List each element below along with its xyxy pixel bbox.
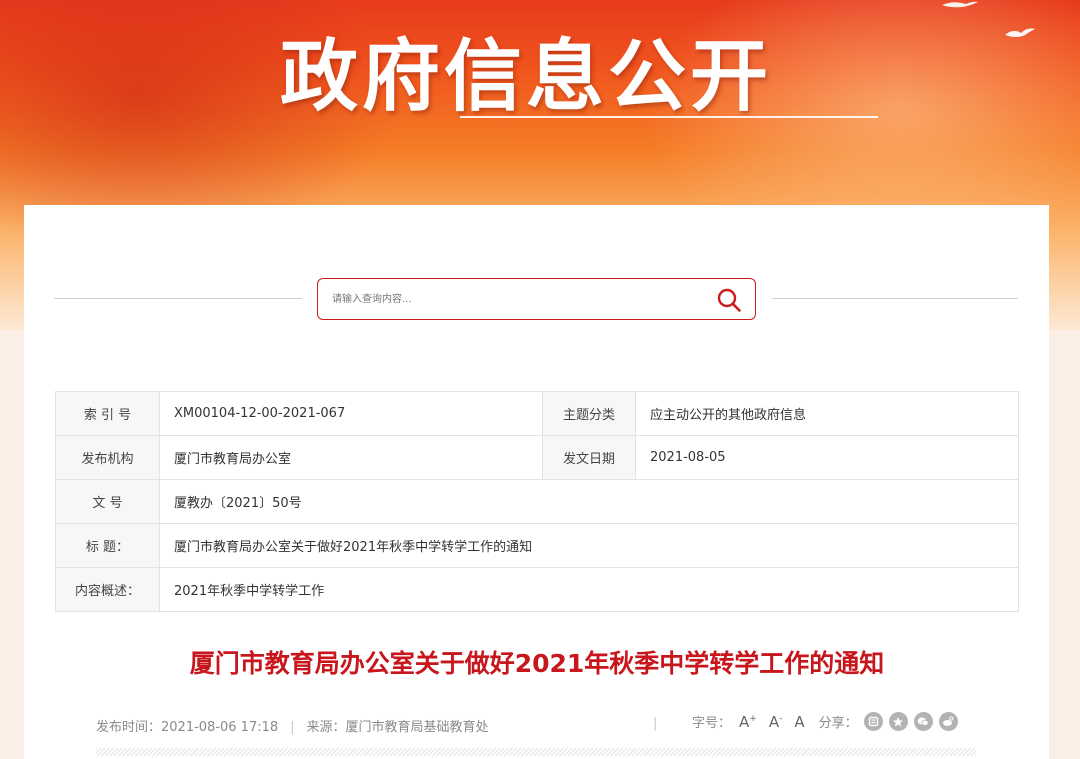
issue-date-label: 发文日期 [542, 435, 636, 480]
summary-label: 内容概述： [55, 567, 160, 612]
title-label: 标 题： [55, 523, 160, 568]
banner-underline [460, 116, 878, 118]
plus-icon: + [749, 713, 757, 724]
search-icon[interactable] [716, 287, 742, 313]
dove-icon [942, 1, 978, 8]
font-reset-button[interactable]: A [794, 713, 804, 731]
publisher-value: 厦门市教育局办公室 [159, 435, 543, 480]
publish-time: 发布时间：2021-08-06 17:18 [96, 720, 279, 735]
table-row: 发布机构 厦门市教育局办公室 发文日期 2021-08-05 [55, 435, 1019, 480]
document-metadata-table: 索 引 号 XM00104-12-00-2021-067 主题分类 应主动公开的… [55, 391, 1019, 612]
search-input[interactable] [332, 289, 692, 309]
divider: | [653, 716, 658, 731]
divider [54, 298, 302, 299]
summary-value: 2021年秋季中学转学工作 [159, 567, 1019, 612]
font-size-label: 字号： [692, 716, 732, 731]
document-number-label: 文 号 [55, 479, 160, 524]
banner-title: 政府信息公开 [280, 32, 773, 122]
index-number-value: XM00104-12-00-2021-067 [159, 391, 543, 436]
divider [772, 298, 1018, 299]
article-source: 来源：厦门市教育局基础教育处 [306, 720, 489, 735]
sina-icon[interactable] [938, 712, 958, 731]
minus-icon: - [779, 713, 783, 724]
issue-date-value: 2021-08-05 [635, 435, 1019, 480]
divider: | [290, 720, 295, 735]
share-label: 分享： [818, 716, 858, 731]
font-smaller-button[interactable]: A- [769, 713, 783, 731]
table-row: 标 题： 厦门市教育局办公室关于做好2021年秋季中学转学工作的通知 [55, 523, 1019, 568]
table-row: 文 号 厦教办〔2021〕50号 [55, 479, 1019, 524]
table-row: 内容概述： 2021年秋季中学转学工作 [55, 567, 1019, 612]
dove-icon [1005, 28, 1035, 37]
title-value: 厦门市教育局办公室关于做好2021年秋季中学转学工作的通知 [159, 523, 1019, 568]
category-label: 主题分类 [542, 391, 636, 436]
table-row: 索 引 号 XM00104-12-00-2021-067 主题分类 应主动公开的… [55, 391, 1019, 436]
font-larger-label: A [739, 712, 750, 731]
wechat-icon[interactable] [913, 712, 933, 731]
document-number-value: 厦教办〔2021〕50号 [159, 479, 1019, 524]
qzone-icon[interactable] [888, 712, 908, 731]
font-larger-button[interactable]: A+ [739, 713, 757, 731]
search-box [317, 278, 756, 320]
weibo-icon[interactable] [863, 712, 883, 731]
article-title: 厦门市教育局办公室关于做好2021年秋季中学转学工作的通知 [189, 649, 885, 678]
publisher-label: 发布机构 [55, 435, 160, 480]
article-info-bar: 发布时间：2021-08-06 17:18 | 来源：厦门市教育局基础教育处 | 字… [96, 710, 976, 738]
article-meta: 发布时间：2021-08-06 17:18 | 来源：厦门市教育局基础教育处 [96, 716, 489, 735]
font-smaller-label: A [768, 712, 780, 731]
article-tools: 字号： A+ A- A 分享： [692, 712, 964, 731]
divider [96, 748, 976, 756]
index-number-label: 索 引 号 [55, 391, 160, 436]
category-value: 应主动公开的其他政府信息 [635, 391, 1019, 436]
